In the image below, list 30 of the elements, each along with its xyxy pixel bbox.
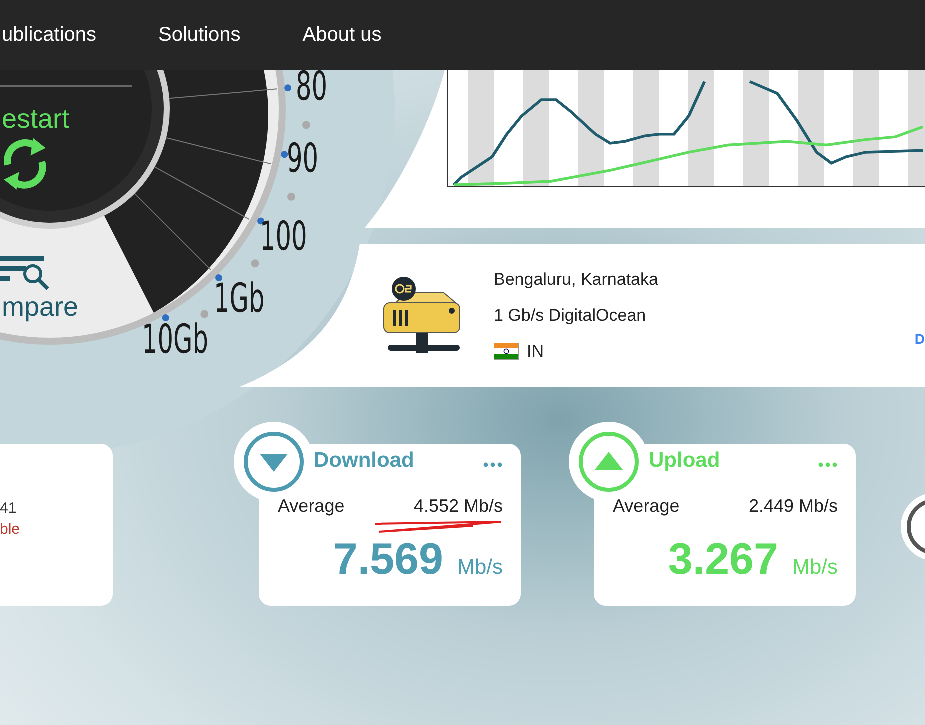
nav-link[interactable]: Solutions <box>158 24 241 46</box>
speed-unit: Mb/s <box>792 556 838 580</box>
nav-link[interactable]: About us <box>302 24 382 46</box>
scale-label: 80 <box>296 67 328 107</box>
compare-icon[interactable] <box>0 256 50 290</box>
scale-label: 10Gb <box>142 320 209 360</box>
speed-unit: Mb/s <box>457 556 503 580</box>
average-value: 4.552 Mb/s <box>414 496 503 517</box>
scale-label: 90 <box>287 139 319 179</box>
card-status: ble <box>0 521 22 538</box>
refresh-icon[interactable] <box>4 138 46 190</box>
server-link[interactable]: D <box>914 331 925 347</box>
card-title: Download <box>314 449 414 473</box>
average-label: Average <box>278 496 345 517</box>
speed-value: 7.569 <box>333 535 444 585</box>
scale-label: 100 <box>260 217 308 257</box>
compare-label[interactable]: mpare <box>2 292 79 323</box>
speed-value: 3.267 <box>668 535 778 585</box>
average-label: Average <box>613 496 680 517</box>
nav-link[interactable]: ublications <box>2 24 97 46</box>
card-title: Upload <box>649 449 720 473</box>
restart-label[interactable]: estart <box>2 104 70 135</box>
scale-label: 1Gb <box>214 279 265 319</box>
flag-icon <box>494 343 519 360</box>
server-location: Bengaluru, Karnataka <box>494 270 660 290</box>
more-icon[interactable] <box>483 462 503 468</box>
country-code: IN <box>527 342 544 362</box>
server-provider: 1 Gb/s DigitalOcean <box>494 306 648 326</box>
card-value: 41 <box>0 500 18 517</box>
average-value: 2.449 Mb/s <box>748 496 838 517</box>
